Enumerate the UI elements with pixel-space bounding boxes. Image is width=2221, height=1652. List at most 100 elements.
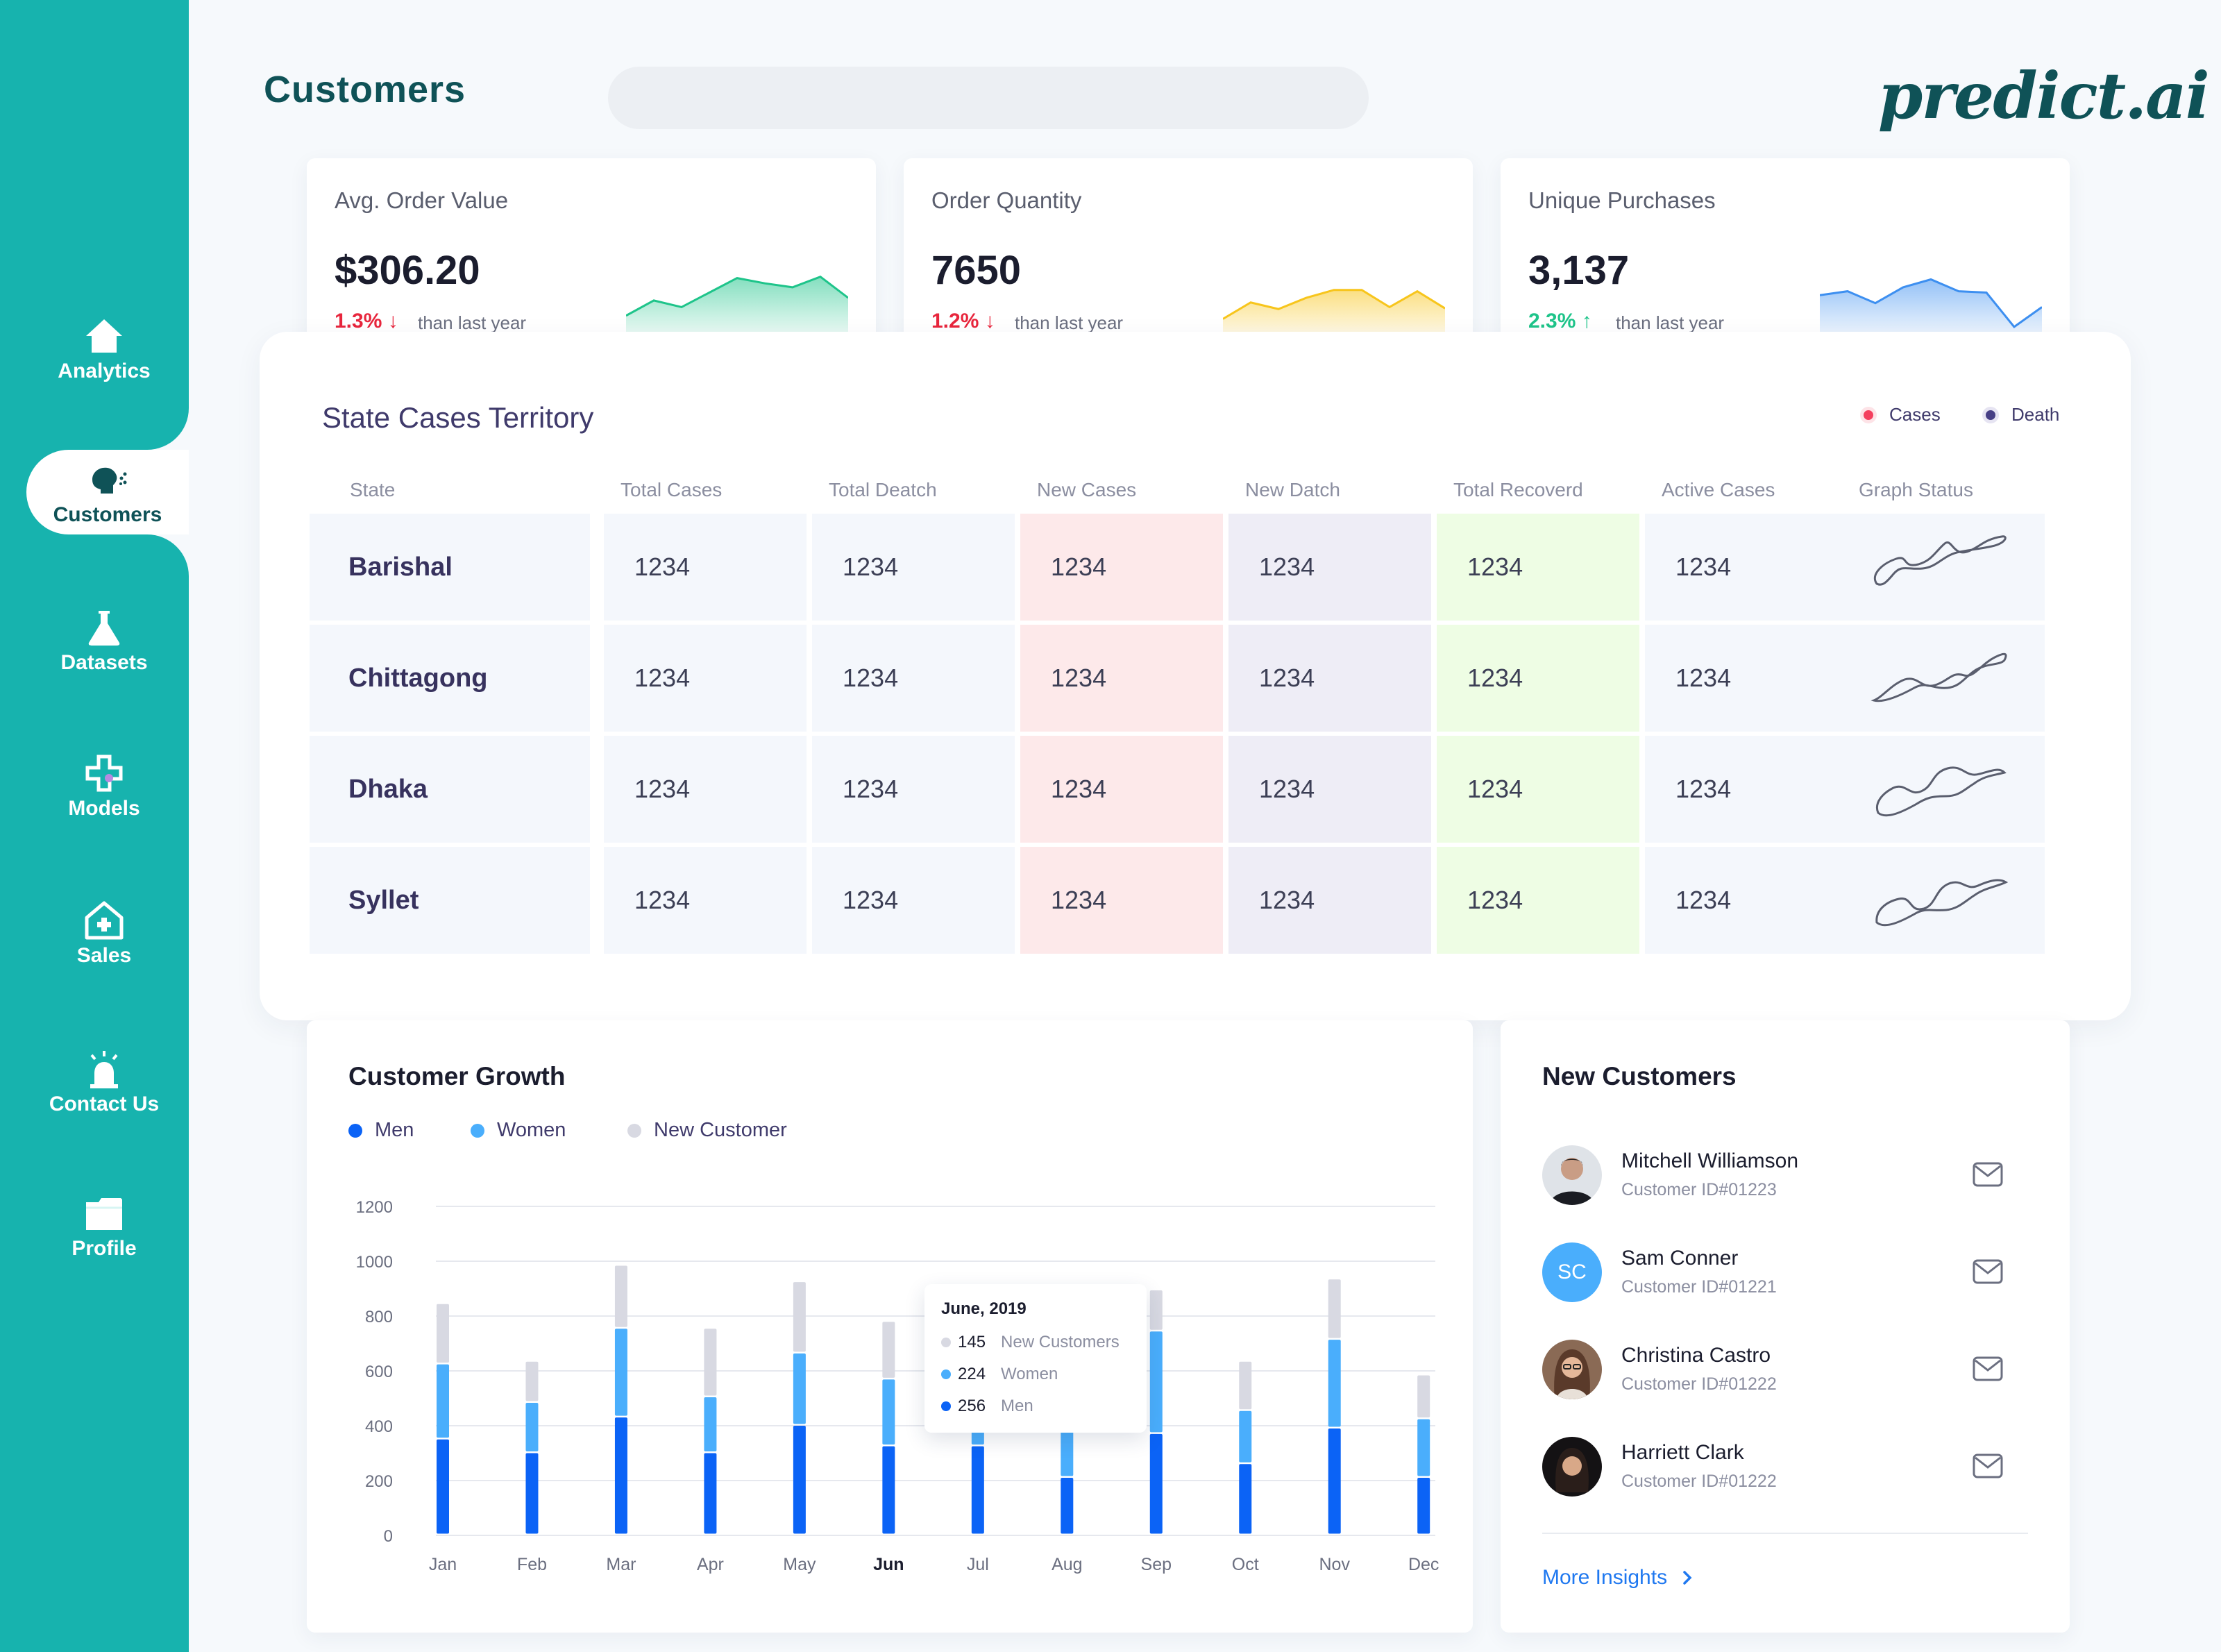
mail-icon[interactable] <box>1973 1162 2003 1187</box>
bar-segment-women <box>525 1402 539 1451</box>
table-header-cell: New Cases <box>1037 479 1137 500</box>
sidebar-item-label: Sales <box>76 944 132 967</box>
bar-segment-men <box>1149 1433 1163 1534</box>
avatar: SC <box>1542 1242 1602 1302</box>
avatar <box>1542 1437 1602 1497</box>
arrow-down-icon: ↓ <box>984 310 995 332</box>
graph-status-cell <box>1842 736 2045 843</box>
x-tick-label: Jul <box>967 1555 989 1574</box>
state-cases-territory-panel: State Cases Territory Cases Death State T… <box>260 332 2131 1020</box>
table-cell: 1234 <box>1228 625 1431 732</box>
table-cell: 1234 <box>1020 514 1223 621</box>
mail-icon[interactable] <box>1973 1453 2003 1478</box>
stat-label: Order Quantity <box>931 187 1082 213</box>
section-title: State Cases Territory <box>322 401 594 434</box>
stat-note: than last year <box>418 312 527 333</box>
customer-name: Sam Conner <box>1621 1247 1739 1270</box>
more-insights-link[interactable]: More Insights <box>1542 1566 1698 1590</box>
table-header-cell: New Datch <box>1245 479 1340 500</box>
bar-segment-men <box>1328 1428 1341 1534</box>
customer-row[interactable]: Mitchell Williamson Customer ID#01223 <box>1542 1140 2028 1209</box>
sidebar-item-label: Analytics <box>58 360 151 382</box>
bar-segment-new-customer <box>614 1265 627 1327</box>
y-tick-label: 1200 <box>356 1198 393 1217</box>
bar-segment-women <box>793 1353 806 1424</box>
customer-row[interactable]: SC Sam Conner Customer ID#01221 <box>1542 1237 2028 1306</box>
sidebar-item-label: Datasets <box>60 651 148 674</box>
table-cell: 1234 <box>604 847 807 954</box>
stat-label: Avg. Order Value <box>335 187 509 213</box>
customer-row[interactable]: Christina Castro Customer ID#01222 <box>1542 1334 2028 1404</box>
bar-segment-new-customer <box>704 1329 717 1396</box>
table-cell: 1234 <box>1645 847 1848 954</box>
table-cell: 1234 <box>1020 736 1223 843</box>
table-cell: 1234 <box>812 847 1015 954</box>
bar-segment-men <box>971 1446 984 1534</box>
x-tick-label: Dec <box>1408 1555 1439 1574</box>
table-cell: 1234 <box>1228 847 1431 954</box>
state-cell: Barishal <box>310 514 590 621</box>
table-cell: 1234 <box>1228 736 1431 843</box>
table-cell: 1234 <box>1437 847 1639 954</box>
tooltip-row: 145 New Customers <box>941 1333 1120 1352</box>
graph-status-sparkline <box>1870 652 2007 702</box>
bar-segment-men <box>525 1453 539 1534</box>
table-header-cell: Total Cases <box>620 479 723 500</box>
bar-segment-men <box>704 1453 717 1534</box>
sidebar-item-profile[interactable]: Profile <box>0 1181 208 1272</box>
search-input[interactable] <box>608 67 1369 129</box>
home-icon <box>83 315 125 357</box>
legend-cases: Cases <box>1860 404 1941 425</box>
x-tick-label: Sep <box>1141 1555 1172 1574</box>
bar-segment-men <box>793 1426 806 1534</box>
chevron-right-icon <box>1683 1571 1692 1585</box>
mail-icon[interactable] <box>1973 1259 2003 1284</box>
bar-segment-women <box>882 1379 895 1445</box>
table-header-cell: Total Deatch <box>829 479 937 500</box>
avatar <box>1542 1340 1602 1399</box>
medical-cross-icon <box>83 752 125 794</box>
y-tick-label: 800 <box>365 1308 393 1326</box>
mail-icon[interactable] <box>1973 1356 2003 1381</box>
stat-change: 2.3% ↑ <box>1528 310 1592 332</box>
sidebar-item-analytics[interactable]: Analytics <box>0 304 208 394</box>
y-tick-label: 600 <box>365 1363 393 1381</box>
sidebar-item-datasets[interactable]: Datasets <box>0 596 208 686</box>
table-cell: 1234 <box>1645 625 1848 732</box>
x-tick-label: May <box>783 1555 816 1574</box>
x-tick-label: Oct <box>1232 1555 1259 1574</box>
bar-segment-new-customer <box>1417 1375 1430 1418</box>
sidebar-item-label: Models <box>68 797 140 820</box>
sidebar-item-customers[interactable]: Customers <box>26 448 189 538</box>
stat-value: 3,137 <box>1528 248 1630 293</box>
arrow-up-icon: ↑ <box>1581 310 1592 332</box>
bar-segment-women <box>437 1364 449 1438</box>
y-tick-label: 0 <box>384 1527 393 1546</box>
sidebar-item-models[interactable]: Models <box>0 741 208 832</box>
customer-id: Customer ID#01221 <box>1621 1277 1777 1297</box>
graph-status-sparkline <box>1875 879 2009 927</box>
customer-id: Customer ID#01222 <box>1621 1374 1777 1394</box>
y-tick-label: 400 <box>365 1417 393 1436</box>
table-cell: 1234 <box>1645 514 1848 621</box>
bar-segment-new-customer <box>882 1322 895 1378</box>
table-cell: 1234 <box>812 514 1015 621</box>
bar-segment-women <box>1417 1419 1430 1476</box>
customer-row[interactable]: Harriett Clark Customer ID#01222 <box>1542 1431 2028 1501</box>
stat-note: than last year <box>1015 312 1124 333</box>
sidebar-nav: Analytics Customers Datasets Models Sale… <box>0 0 189 1652</box>
graph-status-cell <box>1842 514 2045 621</box>
graph-status-sparkline <box>1874 535 2007 586</box>
sidebar-item-contact-us[interactable]: Contact Us <box>0 1037 208 1127</box>
sidebar-item-sales[interactable]: Sales <box>0 888 208 979</box>
legend-death: Death <box>1982 404 2059 425</box>
arrow-down-icon: ↓ <box>387 310 398 332</box>
state-cell: Syllet <box>310 847 590 954</box>
tooltip-row: 256 Men <box>941 1397 1033 1416</box>
stat-change: 1.2% ↓ <box>931 310 995 332</box>
section-title: New Customers <box>1542 1062 1737 1090</box>
y-tick-label: 200 <box>365 1472 393 1491</box>
sidebar-item-label: Profile <box>71 1237 137 1260</box>
new-customers-panel: New Customers Mitchell Williamson Custom… <box>1501 1020 2070 1633</box>
brand-logo: predict.ai <box>1878 58 2210 133</box>
